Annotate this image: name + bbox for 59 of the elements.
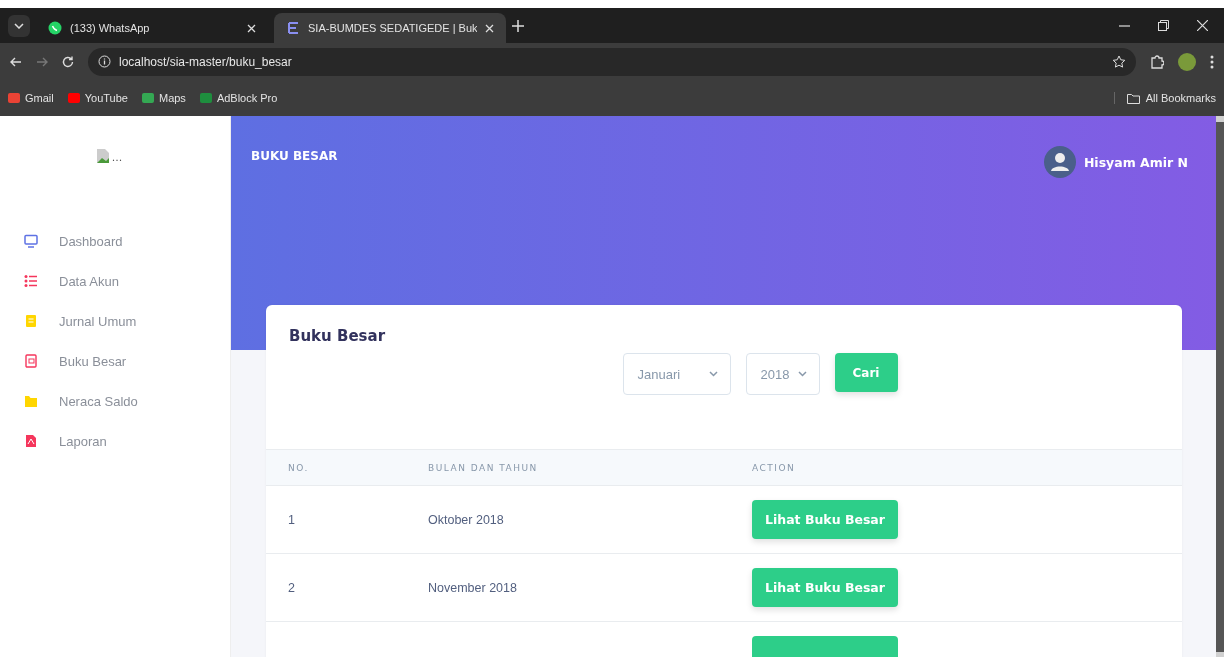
- all-bookmarks-button[interactable]: All Bookmarks: [1113, 92, 1216, 104]
- chevron-down-icon: [14, 22, 24, 29]
- pdf-file-icon: [24, 434, 38, 448]
- bookmark-link[interactable]: YouTube: [67, 92, 128, 104]
- table-cell-text: 1: [288, 512, 296, 527]
- sidebar-item[interactable]: Buku Besar: [24, 350, 230, 372]
- sidebar-item[interactable]: Neraca Saldo: [24, 390, 230, 412]
- logo-alt-text: ...: [111, 151, 123, 164]
- page-title: BUKU BESAR: [251, 149, 338, 163]
- table-cell-text: Oktober 2018: [428, 512, 505, 527]
- column-header: BULAN DAN TAHUN: [428, 462, 539, 473]
- more-menu-icon[interactable]: [1210, 54, 1214, 69]
- broken-image-icon: [95, 148, 110, 164]
- forward-arrow-icon[interactable]: [36, 55, 48, 68]
- book-icon: [24, 354, 38, 368]
- close-icon[interactable]: [485, 23, 494, 33]
- bookmark-link[interactable]: Maps: [141, 92, 186, 104]
- reload-icon[interactable]: [62, 55, 74, 68]
- scrollbar[interactable]: [1216, 116, 1224, 657]
- site-logo-icon: [286, 21, 300, 35]
- month-select[interactable]: Januari: [622, 353, 731, 395]
- user-avatar-icon[interactable]: [1043, 146, 1076, 178]
- column-header: NO.: [288, 462, 310, 473]
- browser-tab[interactable]: SIA-BUMDES SEDATIGEDE | Buk: [274, 13, 506, 43]
- view-ledger-button[interactable]: Lihat Buku Besar: [752, 568, 898, 607]
- user-name[interactable]: Hisyam Amir N: [1083, 154, 1188, 170]
- notepad-icon: [24, 314, 38, 328]
- column-header: ACTION: [752, 462, 797, 473]
- folder-icon: [24, 394, 38, 408]
- sidebar-item[interactable]: Data Akun: [24, 270, 230, 292]
- chevron-down-icon: [708, 371, 718, 377]
- chevron-down-icon: [797, 371, 807, 377]
- search-button[interactable]: Cari: [834, 353, 898, 392]
- bookmark-link[interactable]: Gmail: [8, 92, 54, 104]
- folder-icon: [1126, 92, 1140, 104]
- info-icon: [98, 55, 111, 68]
- sidebar-item[interactable]: Laporan: [24, 430, 230, 452]
- tab-list-button[interactable]: [8, 14, 30, 37]
- chat-bubble-icon: [48, 21, 62, 35]
- restore-icon[interactable]: [1158, 20, 1169, 31]
- back-arrow-icon[interactable]: [10, 55, 22, 68]
- address-bar[interactable]: localhost/sia-master/buku_besar: [88, 47, 1136, 76]
- star-icon[interactable]: [1112, 54, 1126, 69]
- close-icon[interactable]: [247, 23, 256, 33]
- list-icon: [24, 274, 38, 288]
- view-ledger-button[interactable]: Lihat Buku Besar: [752, 500, 898, 539]
- sidebar-item[interactable]: Jurnal Umum: [24, 310, 230, 332]
- bookmark-link[interactable]: AdBlock Pro: [199, 92, 278, 104]
- puzzle-piece-icon[interactable]: [1150, 54, 1164, 69]
- plus-icon[interactable]: [512, 19, 524, 32]
- profile-avatar-icon[interactable]: [1178, 52, 1196, 71]
- sidebar-item[interactable]: Dashboard: [24, 230, 230, 252]
- card-title: Buku Besar: [288, 326, 387, 345]
- table-cell-text: 2: [288, 580, 296, 595]
- close-icon[interactable]: [1197, 20, 1208, 31]
- year-select[interactable]: 2018: [745, 353, 820, 395]
- table-cell-text: November 2018: [428, 580, 518, 595]
- browser-tab[interactable]: (133) WhatsApp: [36, 13, 268, 43]
- monitor-icon: [24, 234, 38, 248]
